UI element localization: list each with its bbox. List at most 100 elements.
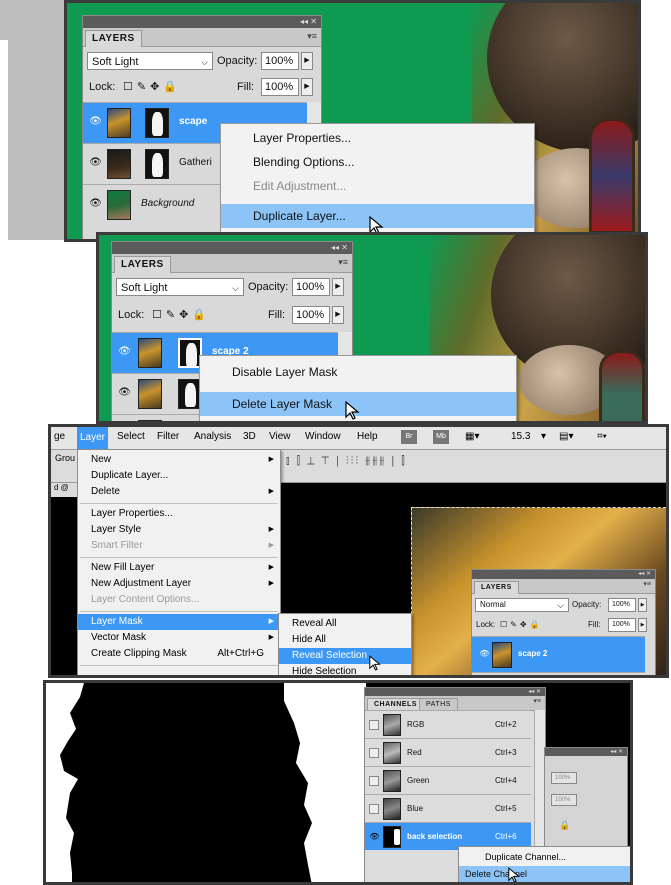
arrange-icon[interactable]: ▤▾ bbox=[559, 431, 573, 442]
opacity-field[interactable]: 100% bbox=[292, 278, 330, 296]
menu-filter[interactable]: Filter bbox=[157, 431, 179, 442]
fill-arrow-button[interactable]: ▶ bbox=[332, 306, 344, 324]
opacity-arrow-button[interactable]: ▶ bbox=[301, 52, 313, 70]
minibridge-button[interactable]: Mb bbox=[433, 430, 449, 444]
channel-row-red[interactable]: Red Ctrl+3 bbox=[365, 738, 531, 766]
document-tab-fragment[interactable]: d @ bbox=[51, 483, 78, 497]
menu-layer[interactable]: Layer bbox=[77, 427, 109, 449]
eye-icon[interactable]: 👁 bbox=[88, 198, 103, 210]
menu-item-layer-mask[interactable]: Layer Mask ▶ bbox=[78, 614, 280, 630]
eye-icon[interactable]: 👁 bbox=[88, 157, 103, 169]
menu-item-layer-properties[interactable]: Layer Properties... bbox=[78, 506, 280, 522]
lock-label: Lock: bbox=[476, 620, 496, 629]
opacity-arrow-button[interactable]: ▶ bbox=[638, 598, 647, 612]
fill-field[interactable]: 100% bbox=[551, 794, 577, 806]
menu-item-new-adjustment-layer[interactable]: New Adjustment Layer ▶ bbox=[78, 576, 280, 592]
layer-mask-thumbnail[interactable] bbox=[145, 149, 169, 179]
fill-label: Fill: bbox=[268, 309, 286, 321]
opacity-field[interactable]: 100% bbox=[551, 772, 577, 784]
zoom-dropdown-icon[interactable]: ▾ bbox=[541, 431, 546, 442]
menu-item-delete[interactable]: Delete ▶ bbox=[78, 484, 280, 500]
blend-mode-select[interactable]: Soft Light ⌵ bbox=[116, 278, 244, 296]
tab-layers[interactable]: LAYERS bbox=[114, 256, 171, 273]
menu-item-layer-properties[interactable]: Layer Properties... bbox=[221, 126, 534, 150]
opacity-field[interactable]: 100% bbox=[608, 598, 636, 612]
menu-item-layer-style[interactable]: Layer Style ▶ bbox=[78, 522, 280, 538]
menu-item-disable-layer-mask[interactable]: Disable Layer Mask bbox=[200, 360, 516, 384]
mini-layers-panel: ◂◂ ✕ LAYERS ▾≡ Normal ⌵ Opacity: 100% ▶ L… bbox=[471, 569, 656, 675]
layer-thumbnail bbox=[107, 190, 131, 220]
panel-tab-row: CHANNELS PATHS ▾≡ bbox=[365, 696, 545, 711]
menu-help[interactable]: Help bbox=[357, 431, 378, 442]
menu-item-layer-content-options[interactable]: Layer Content Options... bbox=[78, 592, 280, 608]
view-extras-icon[interactable]: ▦▾ bbox=[465, 431, 479, 442]
menu-item-new-fill-layer[interactable]: New Fill Layer ▶ bbox=[78, 560, 280, 576]
tab-layers[interactable]: LAYERS bbox=[474, 581, 519, 594]
panel-menu-icon[interactable]: ▾≡ bbox=[643, 580, 651, 588]
menu-select[interactable]: Select bbox=[117, 431, 145, 442]
menu-item-duplicate-layer[interactable]: Duplicate Layer... bbox=[78, 468, 280, 484]
menu-separator bbox=[80, 611, 278, 612]
lock-icons[interactable]: ☐✎✥🔒 bbox=[123, 78, 181, 96]
fill-field[interactable]: 100% bbox=[261, 78, 299, 96]
submenu-arrow-icon: ▶ bbox=[268, 580, 274, 587]
menu-item-edit-adjustment[interactable]: Edit Adjustment... bbox=[221, 174, 534, 198]
align-icons[interactable]: ⫾ ⫿ ⊥ ⊤ | ⫶⫶⫶ ⫵⫵⫵ | ⫿ bbox=[286, 455, 407, 468]
channel-thumbnail bbox=[383, 770, 401, 792]
layer-mask-thumbnail[interactable] bbox=[145, 108, 169, 138]
eye-icon[interactable]: 👁 bbox=[477, 648, 492, 660]
fill-arrow-button[interactable]: ▶ bbox=[638, 618, 647, 632]
menu-item-duplicate-channel[interactable]: Duplicate Channel... bbox=[459, 849, 630, 865]
opacity-arrow-button[interactable]: ▶ bbox=[332, 278, 344, 296]
panel-menu-icon[interactable]: ▾≡ bbox=[307, 31, 317, 42]
menu-window[interactable]: Window bbox=[305, 431, 341, 442]
eye-icon[interactable]: 👁 bbox=[117, 387, 132, 399]
layer-name: Background bbox=[141, 198, 195, 209]
menu-image[interactable]: ge bbox=[54, 431, 65, 442]
blend-mode-select[interactable]: Normal ⌵ bbox=[475, 598, 569, 612]
menu-item-reveal-selection[interactable]: Reveal Selection bbox=[279, 648, 411, 664]
eye-icon[interactable]: 👁 bbox=[117, 346, 132, 358]
screenshot-delete-channel: ◂◂ ✕ CHANNELS PATHS ▾≡ RGB Ctrl+2 Red Ct… bbox=[43, 680, 633, 885]
menu-item-reveal-all[interactable]: Reveal All bbox=[279, 616, 411, 632]
tab-layers[interactable]: LAYERS bbox=[85, 30, 142, 47]
menu-item-vector-mask[interactable]: Vector Mask ▶ bbox=[78, 630, 280, 646]
menu-3d[interactable]: 3D bbox=[243, 431, 256, 442]
lock-icons[interactable]: ☐✎✥🔒 bbox=[500, 616, 543, 634]
menu-view[interactable]: View bbox=[269, 431, 291, 442]
eye-icon[interactable]: 👁 bbox=[88, 116, 103, 128]
bridge-button[interactable]: Br bbox=[401, 430, 417, 444]
fill-arrow-button[interactable]: ▶ bbox=[301, 78, 313, 96]
channel-row-green[interactable]: Green Ctrl+4 bbox=[365, 766, 531, 794]
panel-menu-icon[interactable]: ▾≡ bbox=[338, 257, 348, 268]
fill-field[interactable]: 100% bbox=[292, 306, 330, 324]
layer-row[interactable]: 👁 scape 2 bbox=[472, 636, 645, 672]
screenshot-duplicate-layer: ◂◂ ✕ LAYERS ▾≡ Soft Light ⌵ Opacity: 100%… bbox=[64, 0, 641, 242]
blend-mode-select[interactable]: Soft Light ⌵ bbox=[87, 52, 213, 70]
menu-item-blending-options[interactable]: Blending Options... bbox=[221, 150, 534, 174]
layer-name: scape bbox=[179, 116, 208, 127]
eye-icon[interactable]: 👁 bbox=[367, 831, 382, 843]
panel-menu-icon[interactable]: ▾≡ bbox=[533, 697, 541, 705]
menu-item-new[interactable]: New ▶ bbox=[78, 452, 280, 468]
channel-row-blue[interactable]: Blue Ctrl+5 bbox=[365, 794, 531, 822]
channel-thumbnail bbox=[383, 798, 401, 820]
screen-mode-icon[interactable]: ⌗▾ bbox=[597, 431, 607, 442]
channel-row-rgb[interactable]: RGB Ctrl+2 bbox=[365, 710, 531, 738]
fill-field[interactable]: 100% bbox=[608, 618, 636, 632]
layer-row[interactable] bbox=[472, 672, 645, 675]
visibility-toggle[interactable] bbox=[369, 804, 379, 814]
visibility-toggle[interactable] bbox=[369, 776, 379, 786]
visibility-toggle[interactable] bbox=[369, 748, 379, 758]
opacity-field[interactable]: 100% bbox=[261, 52, 299, 70]
menu-item-smart-filter[interactable]: Smart Filter ▶ bbox=[78, 538, 280, 554]
lock-icons[interactable]: ☐✎✥🔒 bbox=[152, 306, 210, 324]
menu-item-hide-selection[interactable]: Hide Selection bbox=[279, 664, 411, 675]
visibility-toggle[interactable] bbox=[369, 720, 379, 730]
menu-item-delete-channel[interactable]: Delete Channel bbox=[459, 866, 630, 882]
zoom-level[interactable]: 15.3 bbox=[511, 431, 530, 442]
menu-item-create-clipping-mask[interactable]: Create Clipping Mask Alt+Ctrl+G bbox=[78, 646, 280, 662]
menu-analysis[interactable]: Analysis bbox=[194, 431, 231, 442]
menu-item-hide-all[interactable]: Hide All bbox=[279, 632, 411, 648]
channel-mask-shape bbox=[394, 829, 400, 845]
